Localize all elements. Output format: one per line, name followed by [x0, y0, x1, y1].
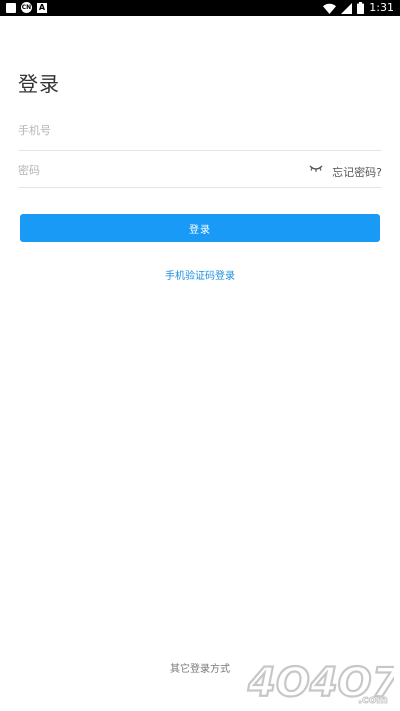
phone-field — [18, 110, 382, 151]
sms-login-link[interactable]: 手机验证码登录 — [0, 267, 400, 282]
login-button[interactable]: 登录 — [20, 214, 380, 242]
cn-icon: CN — [21, 2, 32, 13]
wifi-icon — [323, 3, 337, 14]
password-input[interactable] — [18, 158, 288, 182]
watermark-logo: 4O4O7 .com — [246, 659, 394, 706]
a-icon: A — [37, 2, 47, 13]
login-screen: CN A 1:31 登录 忘记密码 — [0, 0, 400, 711]
password-field: 忘记密码? — [18, 150, 382, 188]
status-bar-left: CN A — [6, 2, 47, 13]
battery-icon — [357, 2, 365, 14]
signal-icon — [341, 2, 353, 14]
page-title: 登录 — [18, 72, 60, 96]
watermark-suffix: .com — [358, 693, 388, 706]
status-time: 1:31 — [369, 1, 394, 14]
eye-closed-icon[interactable] — [309, 164, 323, 174]
square-icon — [6, 2, 16, 13]
status-bar-right: 1:31 — [323, 1, 394, 15]
status-bar: CN A 1:31 — [0, 0, 400, 16]
phone-input[interactable] — [18, 118, 288, 142]
forgot-password-link[interactable]: 忘记密码? — [332, 164, 382, 180]
